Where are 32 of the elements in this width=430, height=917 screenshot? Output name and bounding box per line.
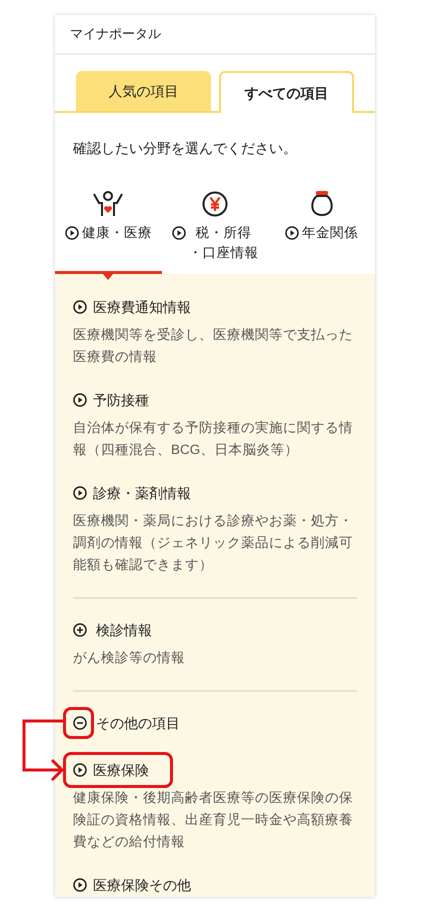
category-tab[interactable]: 税・所得 ・口座情報 — [162, 187, 268, 274]
item-link[interactable]: 予防接種 — [93, 389, 149, 411]
item-description: 健康保険・後期高齢者医療等の医療保険の保険証の資格情報、出産育児一時金や高額療養費などの給付情報 — [73, 789, 354, 851]
play-circle-icon — [285, 226, 300, 240]
tab[interactable]: すべての項目 — [219, 71, 354, 113]
play-circle-icon — [73, 393, 87, 407]
play-circle-icon — [73, 763, 87, 777]
section-toggle[interactable]: その他の項目 — [96, 712, 180, 734]
item-link[interactable]: 医療保険その他 — [93, 874, 191, 896]
yen-coin-icon — [202, 191, 228, 217]
page-title: マイナポータル — [70, 25, 161, 44]
item-link[interactable]: 医療保険 — [93, 759, 149, 781]
selection-pointer — [103, 274, 114, 280]
item-description: 医療機関・薬局における診療やお薬・処方・調剤の情報（ジェネリック薬品による削減可能額も確認できます） — [73, 512, 354, 574]
item-description: がん検診等の情報 — [73, 649, 186, 667]
category-tab[interactable]: 健康・医療 — [55, 187, 162, 274]
minus-circle-icon[interactable] — [73, 716, 87, 730]
play-circle-icon — [73, 878, 87, 892]
item-link[interactable]: 医療費通知情報 — [93, 296, 191, 318]
tab[interactable]: 人気の項目 — [76, 71, 211, 111]
section-toggle[interactable]: 検診情報 — [96, 619, 152, 641]
item-description: 医療機関等を受診し、医療機関等で支払った医療費の情報 — [73, 326, 354, 366]
instruction-text: 確認したい分野を選んでください。 — [73, 140, 297, 156]
play-circle-icon — [64, 226, 79, 240]
plus-circle-icon[interactable] — [73, 623, 87, 637]
play-circle-icon — [73, 486, 87, 500]
play-circle-icon — [73, 300, 87, 314]
item-description: 自治体が保有する予防接種の実施に関する情報（四種混合、BCG、日本脳炎等） — [73, 419, 354, 459]
category-tab[interactable]: 年金関係 — [268, 187, 375, 274]
item-link[interactable]: 診療・薬剤情報 — [93, 482, 191, 504]
person-heart-icon — [91, 191, 126, 217]
play-circle-icon — [172, 226, 186, 240]
